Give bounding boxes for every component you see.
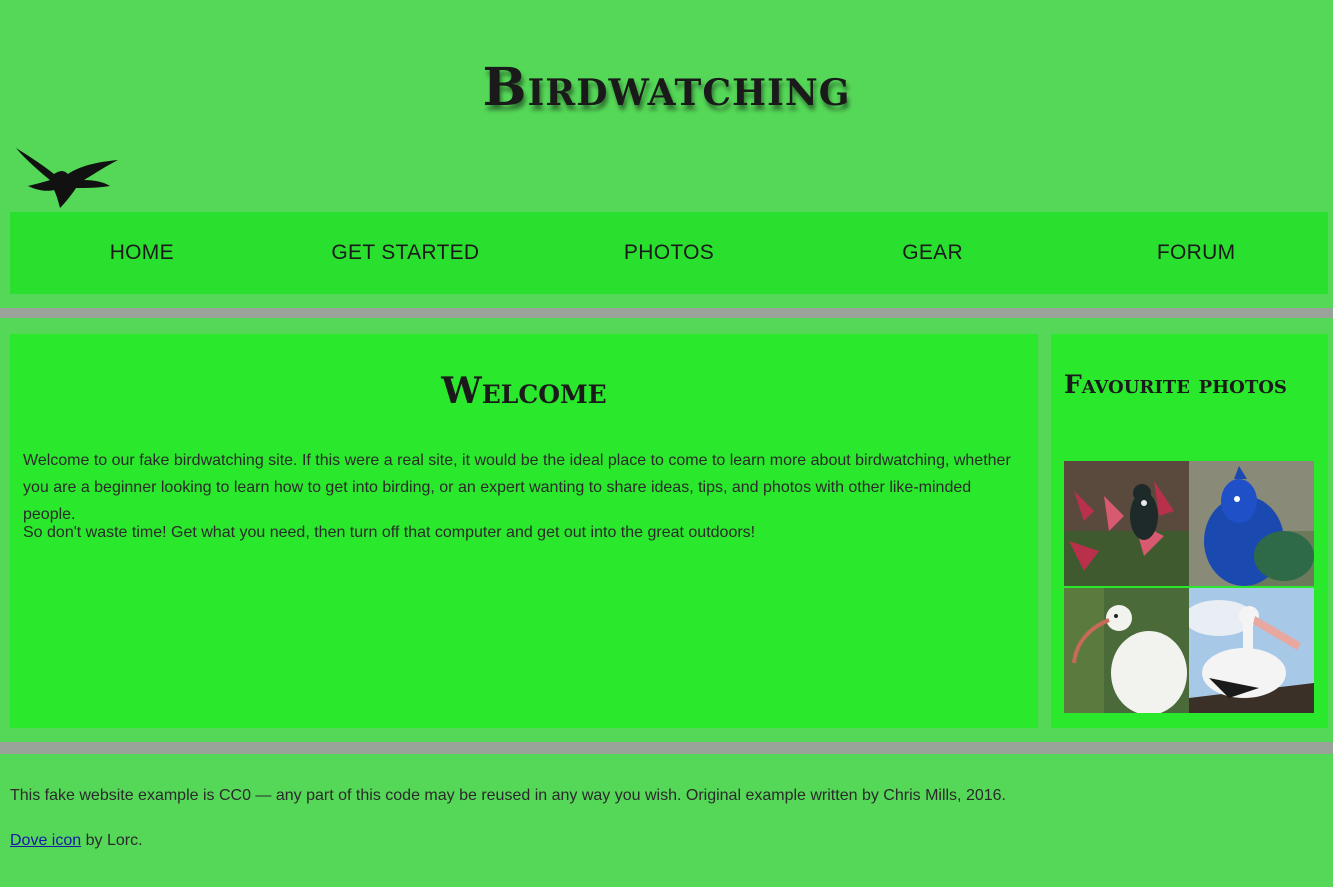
credit-line: Dove icon by Lorc. [10, 832, 143, 850]
dove-icon-link[interactable]: Dove icon [10, 832, 81, 849]
divider-band [0, 742, 1333, 754]
photo-grid [1064, 461, 1314, 713]
nav-get-started[interactable]: GET STARTED [274, 241, 538, 265]
nav-forum[interactable]: FORUM [1064, 241, 1328, 265]
nav-home[interactable]: HOME [10, 241, 274, 265]
photo-tui[interactable] [1064, 461, 1189, 586]
sidebar: Favourite photos [1051, 334, 1328, 728]
main-content: Welcome Welcome to our fake birdwatching… [10, 334, 1038, 728]
cta-paragraph: So don't waste time! Get what you need, … [23, 524, 756, 541]
photo-pelican[interactable] [1189, 588, 1314, 713]
welcome-heading: Welcome [441, 370, 607, 412]
main-nav: HOME GET STARTED PHOTOS GEAR FORUM [10, 212, 1328, 294]
divider-band [0, 308, 1333, 318]
photo-ibis[interactable] [1064, 588, 1189, 713]
nav-gear[interactable]: GEAR [801, 241, 1065, 265]
photo-peacock[interactable] [1189, 461, 1314, 586]
intro-paragraph: Welcome to our fake birdwatching site. I… [23, 452, 1011, 523]
credit-suffix: by Lorc. [81, 832, 143, 849]
dove-icon [16, 148, 118, 208]
site-title: Birdwatching [482, 56, 851, 118]
nav-photos[interactable]: PHOTOS [537, 241, 801, 265]
favourite-photos-heading: Favourite photos [1064, 370, 1287, 399]
license-text: This fake website example is CC0 — any p… [10, 787, 1006, 804]
